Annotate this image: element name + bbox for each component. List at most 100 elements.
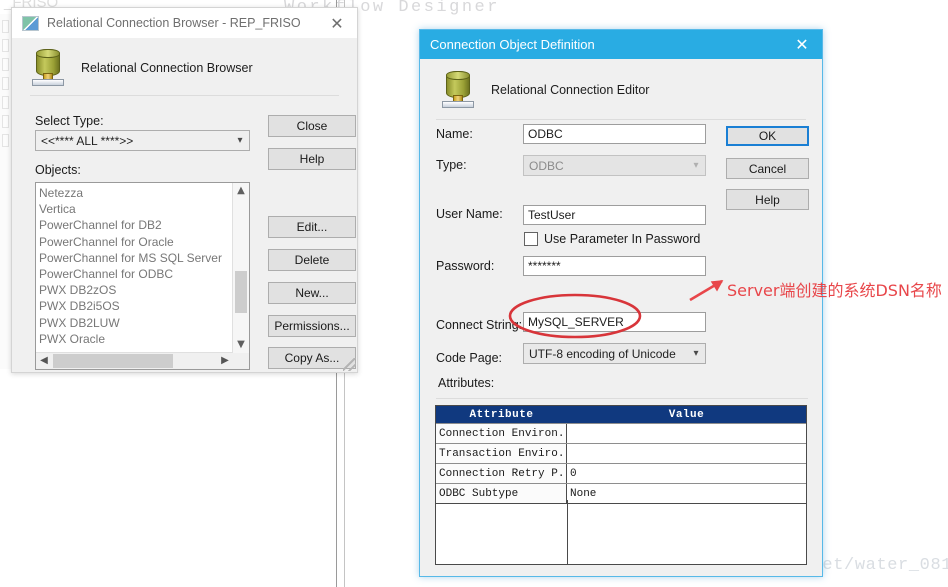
chevron-up-icon[interactable]: ▲	[233, 183, 249, 199]
browser-header: Relational Connection Browser	[12, 39, 357, 87]
list-item[interactable]: PWX DB2zOS	[39, 282, 249, 298]
list-item[interactable]: PWX DB2LUW	[39, 315, 249, 331]
ok-button[interactable]: OK	[726, 126, 809, 146]
use-parameter-in-password-label: Use Parameter In Password	[544, 232, 701, 246]
annotation-label: Server端创建的系统DSN名称	[727, 281, 942, 300]
select-type-combobox[interactable]: <<**** ALL ****>> ▾	[35, 130, 250, 151]
delete-button[interactable]: Delete	[268, 249, 356, 271]
help-button[interactable]: Help	[726, 189, 809, 210]
chevron-left-icon[interactable]: ◀	[36, 353, 52, 369]
cell-attribute: Transaction Enviro...	[436, 444, 567, 463]
connection-header: Relational Connection Editor	[420, 59, 822, 109]
connect-string-input[interactable]: MySQL_SERVER	[523, 312, 706, 332]
list-item[interactable]: PWX Oracle	[39, 331, 249, 347]
attributes-table-header: Attribute Value	[436, 406, 806, 423]
scroll-thumb[interactable]	[235, 271, 247, 313]
close-button[interactable]: Close	[268, 115, 356, 137]
table-row[interactable]: Connection Environ...	[436, 423, 806, 443]
cell-value	[567, 444, 806, 463]
close-icon[interactable]: ✕	[782, 35, 822, 54]
list-item[interactable]: PWX DB2i5OS	[39, 298, 249, 314]
chevron-down-icon: ▾	[237, 135, 243, 146]
list-item[interactable]: PowerChannel for DB2	[39, 217, 249, 233]
name-label: Name:	[436, 127, 473, 141]
user-name-input[interactable]: TestUser	[523, 205, 706, 225]
type-value: ODBC	[529, 158, 564, 173]
help-button[interactable]: Help	[268, 148, 356, 170]
use-parameter-in-password-checkbox[interactable]: Use Parameter In Password	[524, 232, 700, 246]
list-item[interactable]: Netezza	[39, 185, 249, 201]
attributes-divider	[436, 398, 808, 399]
new-button[interactable]: New...	[268, 282, 356, 304]
cell-attribute: Connection Retry P...	[436, 464, 567, 483]
code-page-label: Code Page:	[436, 351, 503, 365]
code-page-combobox[interactable]: UTF-8 encoding of Unicode ▾	[523, 343, 706, 364]
database-icon	[442, 71, 474, 109]
browser-title: Relational Connection Browser - REP_FRIS…	[47, 16, 301, 30]
scroll-corner	[233, 353, 249, 369]
list-item[interactable]: Vertica	[39, 201, 249, 217]
app-icon	[22, 15, 39, 31]
toolbar-slot	[2, 134, 9, 147]
browser-divider	[30, 95, 339, 96]
table-row[interactable]: Transaction Enviro...	[436, 443, 806, 463]
connection-object-definition-dialog: Connection Object Definition ✕ Relationa…	[419, 29, 823, 577]
cancel-button[interactable]: Cancel	[726, 158, 809, 179]
chevron-down-icon: ▾	[693, 160, 699, 171]
user-name-label: User Name:	[436, 207, 503, 221]
table-row[interactable]: ODBC Subtype None	[436, 483, 806, 503]
list-item[interactable]: PowerChannel for ODBC	[39, 266, 249, 282]
toolbar-slot	[2, 39, 9, 52]
cell-value	[567, 424, 806, 443]
name-input[interactable]: ODBC	[523, 124, 706, 144]
objects-horizontal-scrollbar[interactable]: ◀ ▶	[36, 352, 233, 369]
attributes-label: Attributes:	[438, 376, 495, 390]
chevron-down-icon[interactable]: ▼	[233, 337, 249, 353]
connect-string-label: Connect String:	[436, 318, 523, 332]
resize-grip[interactable]	[343, 358, 356, 371]
chevron-right-icon[interactable]: ▶	[217, 353, 233, 369]
type-combobox: ODBC ▾	[523, 155, 706, 176]
list-item[interactable]: PowerChannel for Oracle	[39, 234, 249, 250]
relational-connection-browser-dialog: Relational Connection Browser - REP_FRIS…	[11, 7, 358, 373]
hscroll-thumb[interactable]	[53, 354, 173, 368]
checkbox-box-icon	[524, 232, 538, 246]
browser-titlebar: Relational Connection Browser - REP_FRIS…	[12, 8, 357, 39]
cell-value: 0	[570, 467, 577, 480]
type-label: Type:	[436, 158, 467, 172]
column-divider	[567, 500, 568, 564]
connection-header-label: Relational Connection Editor	[491, 83, 650, 97]
password-input[interactable]: *******	[523, 256, 706, 276]
cell-attribute: Connection Environ...	[436, 424, 567, 443]
screen-root: _FRISO Workflow Designer http://blog.csd…	[0, 0, 948, 587]
select-type-value: <<**** ALL ****>>	[41, 133, 134, 148]
cell-value: None	[570, 487, 597, 500]
toolbar-slot	[2, 115, 9, 128]
objects-vertical-scrollbar[interactable]: ▲ ▼	[232, 183, 249, 353]
browser-header-label: Relational Connection Browser	[81, 61, 253, 75]
close-icon[interactable]: ✕	[317, 9, 357, 38]
toolbar-slot	[2, 58, 9, 71]
toolbar-slot	[2, 20, 9, 33]
code-page-value: UTF-8 encoding of Unicode	[529, 346, 676, 361]
column-header-value: Value	[668, 408, 705, 421]
edit-button[interactable]: Edit...	[268, 216, 356, 238]
connection-titlebar: Connection Object Definition ✕	[420, 30, 822, 59]
toolbar-slot	[2, 96, 9, 109]
chevron-down-icon: ▾	[693, 348, 699, 359]
attributes-table[interactable]: Attribute Value Connection Environ... Tra…	[435, 405, 807, 565]
table-row[interactable]: Connection Retry P... 0	[436, 463, 806, 483]
password-label: Password:	[436, 259, 495, 273]
objects-listbox[interactable]: Netezza Vertica PowerChannel for DB2 PowerC…	[35, 182, 250, 370]
objects-items: Netezza Vertica PowerChannel for DB2 PowerC…	[36, 183, 249, 347]
attributes-table-empty-area	[436, 503, 806, 564]
connection-divider	[436, 119, 806, 120]
objects-label: Objects:	[35, 163, 81, 177]
permissions-button[interactable]: Permissions...	[268, 315, 356, 337]
column-header-attribute: Attribute	[469, 408, 534, 421]
attributes-table-body: Connection Environ... Transaction Enviro.…	[436, 423, 806, 503]
database-icon	[32, 49, 64, 87]
toolbar-slot	[2, 77, 9, 90]
connection-title: Connection Object Definition	[430, 37, 595, 52]
list-item[interactable]: PowerChannel for MS SQL Server	[39, 250, 249, 266]
